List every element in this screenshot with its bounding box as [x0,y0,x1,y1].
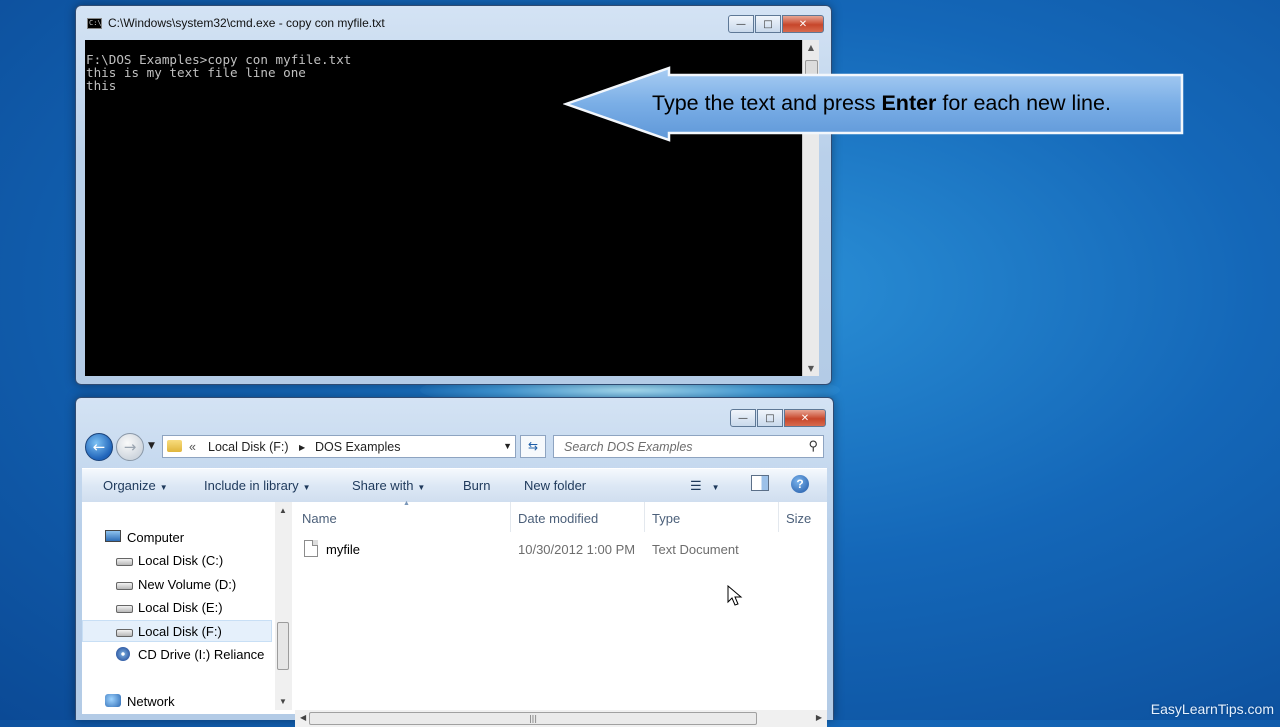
explorer-window[interactable]: — □ ✕ ← → ▼ « Local Disk (F:) ▶ DOS Exam… [75,397,834,727]
nav-item-network[interactable]: Network [82,690,272,710]
minimize-button[interactable]: — [728,15,754,33]
help-icon[interactable]: ? [791,475,809,493]
address-dropdown-icon[interactable]: ▼ [503,441,512,451]
nav-scroll-thumb[interactable] [277,622,289,670]
back-arrow-icon: ← [92,438,106,456]
view-options-button[interactable]: ☰ ▼ [690,478,720,494]
nav-pane-scrollbar[interactable]: ▲ ▼ [275,502,292,710]
cmd-window-icon: C:\ [87,18,102,29]
chevron-down-icon: ▼ [711,483,720,492]
file-list[interactable]: ▲ Name Date modified Type Size myfile 10… [295,500,827,710]
navigation-pane: Computer Local Disk (C:) New Volume (D:)… [82,502,295,710]
breadcrumb-local-disk-f[interactable]: Local Disk (F:) [208,440,289,454]
maximize-icon: □ [765,412,775,424]
burn-button[interactable]: Burn [463,478,490,493]
nav-item-local-disk-c[interactable]: Local Disk (C:) [82,549,272,571]
instruction-callout: Type the text and press Enter for each n… [563,66,1185,146]
column-header-date-modified[interactable]: Date modified [511,502,645,532]
close-button[interactable]: ✕ [782,15,824,33]
cmd-window-title: C:\Windows\system32\cmd.exe - copy con m… [108,16,385,30]
command-bar: Organize ▼ Include in library ▼ Share with… [82,468,827,503]
file-list-horizontal-scrollbar[interactable]: ◀ ||| ▶ [295,710,827,727]
file-name: myfile [326,542,360,557]
drive-icon [116,629,133,637]
close-icon: ✕ [798,18,808,30]
cmd-title-bar[interactable]: C:\ C:\Windows\system32\cmd.exe - copy c… [76,6,831,36]
explorer-title-bar[interactable]: — □ ✕ [76,398,833,428]
network-icon [105,694,121,707]
column-header-name[interactable]: ▲ Name [295,500,511,532]
callout-text: Type the text and press Enter for each n… [652,91,1111,115]
nav-item-local-disk-e[interactable]: Local Disk (E:) [82,596,272,618]
cd-drive-icon [116,647,130,661]
cmd-window[interactable]: C:\ C:\Windows\system32\cmd.exe - copy c… [75,5,832,385]
address-bar[interactable]: « Local Disk (F:) ▶ DOS Examples ▼ [162,435,516,458]
organize-button[interactable]: Organize ▼ [103,478,168,493]
scroll-down-icon[interactable]: ▼ [803,364,819,373]
folder-icon [167,440,182,452]
explorer-close-button[interactable]: ✕ [784,409,826,427]
explorer-minimize-button[interactable]: — [730,409,756,427]
nav-item-local-disk-f[interactable]: Local Disk (F:) [82,620,272,642]
scroll-up-icon[interactable]: ▲ [279,506,287,515]
scroll-down-icon[interactable]: ▼ [279,697,287,706]
file-row-myfile[interactable]: myfile 10/30/2012 1:00 PM Text Document [295,540,815,562]
chevron-down-icon: ▼ [302,483,311,492]
details-view-icon: ☰ [690,478,702,493]
windows-drive-icon [116,558,133,566]
new-folder-button[interactable]: New folder [524,478,586,493]
recent-pages-dropdown-icon[interactable]: ▼ [148,441,155,451]
include-in-library-button[interactable]: Include in library ▼ [204,478,311,493]
chevron-down-icon: ▼ [417,483,426,492]
share-with-button[interactable]: Share with ▼ [352,478,425,493]
horizontal-scroll-thumb[interactable]: ||| [309,712,757,725]
forward-button[interactable]: → [116,433,144,461]
maximize-icon: □ [763,18,773,30]
scroll-up-icon[interactable]: ▲ [803,43,819,52]
text-file-icon [304,540,318,557]
file-date-modified: 10/30/2012 1:00 PM [518,542,636,557]
drive-icon [116,582,133,590]
breadcrumb-separator-icon[interactable]: ▶ [299,443,305,452]
search-placeholder: Search DOS Examples [564,440,693,454]
scroll-right-icon[interactable]: ▶ [816,713,822,722]
chevron-down-icon: ▼ [159,483,168,492]
minimize-icon: — [738,412,748,424]
refresh-button[interactable]: ⇆ [520,435,546,458]
explorer-maximize-button[interactable]: □ [757,409,783,427]
file-type: Text Document [652,542,739,557]
preview-pane-icon[interactable] [751,475,769,491]
watermark: EasyLearnTips.com [1150,701,1274,717]
close-icon: ✕ [800,412,810,424]
breadcrumb-overflow[interactable]: « [189,440,196,454]
breadcrumb-dos-examples[interactable]: DOS Examples [315,440,400,454]
minimize-icon: — [736,18,746,30]
nav-item-new-volume-d[interactable]: New Volume (D:) [82,573,272,595]
column-header-type[interactable]: Type [645,502,779,532]
nav-item-cd-drive-i[interactable]: CD Drive (I:) Reliance [82,643,272,665]
nav-item-computer[interactable]: Computer [82,526,272,548]
computer-icon [105,530,121,542]
scroll-left-icon[interactable]: ◀ [300,713,306,722]
refresh-icon: ⇆ [527,439,539,453]
back-button[interactable]: ← [85,433,113,461]
forward-arrow-icon: → [123,438,137,456]
search-input[interactable]: Search DOS Examples ⚲ [553,435,824,458]
drive-icon [116,605,133,613]
column-header-size[interactable]: Size [779,502,839,532]
sort-ascending-icon: ▲ [403,500,410,507]
maximize-button[interactable]: □ [755,15,781,33]
search-icon[interactable]: ⚲ [808,438,818,454]
mouse-pointer-icon [727,585,743,606]
